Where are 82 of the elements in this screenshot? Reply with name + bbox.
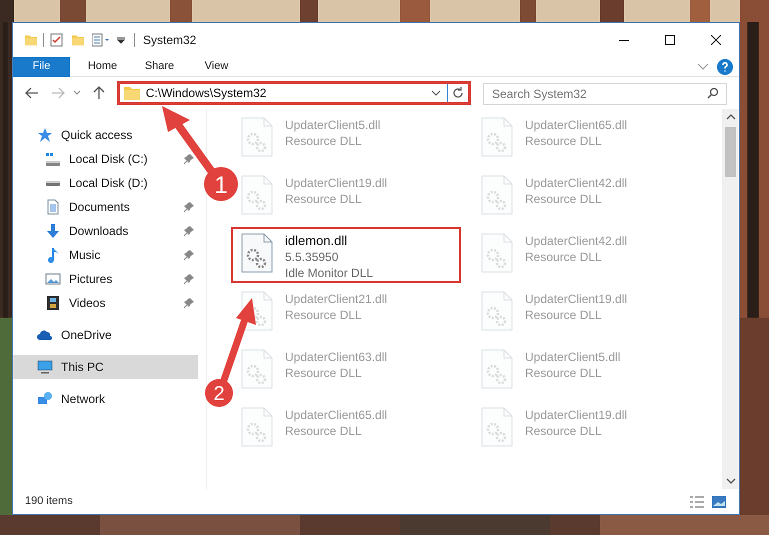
dll-file-icon [481,291,513,331]
folder-icon [25,33,37,47]
file-name: UpdaterClient19.dll [285,175,388,191]
drive-icon [46,180,60,186]
sidebar-item[interactable]: OneDrive [13,323,198,347]
properties-icon[interactable] [50,33,64,47]
ribbon-tab[interactable]: Share [131,56,188,76]
dll-file-icon [481,175,513,215]
file-name: UpdaterClient5.dll [525,349,620,365]
file-name: idlemon.dll [285,233,348,249]
file-description: Idle Monitor DLL [285,265,374,281]
file-description: Resource DLL [525,191,603,207]
file-description: Resource DLL [525,365,603,381]
file-description: Resource DLL [285,365,363,381]
file-name: UpdaterClient65.dll [285,407,388,423]
window-title: System32 [143,32,196,49]
ribbon-tab[interactable]: View [188,56,245,76]
file-name: UpdaterClient63.dll [285,349,388,365]
file-description: Resource DLL [285,423,363,439]
computer-icon [37,359,53,375]
scrollbar[interactable] [722,109,739,489]
file-name: UpdaterClient21.dll [285,291,388,307]
ribbon-tab[interactable]: Home [74,56,131,76]
address-bar[interactable]: C:\Windows\System32 [116,81,471,105]
sidebar-item[interactable]: Pictures [13,267,198,291]
film-icon [45,295,61,311]
document-icon [45,199,61,215]
view-icon[interactable] [92,33,112,47]
file-description: Resource DLL [525,133,603,149]
file-name: UpdaterClient19.dll [525,407,628,423]
file-name: UpdaterClient42.dll [525,233,628,249]
file-description: Resource DLL [525,307,603,323]
file-name: UpdaterClient5.dll [285,117,380,133]
sidebar-item[interactable]: This PC [13,355,198,379]
dll-file-icon [481,349,513,389]
chevron-down-icon[interactable] [72,90,81,96]
dll-file-icon [241,117,273,157]
picture-icon [45,271,61,287]
file-name: UpdaterClient19.dll [525,291,628,307]
chevron-down-icon[interactable] [430,90,441,96]
scrollbar-thumb[interactable] [725,127,736,177]
dll-file-icon [241,233,273,273]
dll-file-icon [481,407,513,447]
sidebar-item[interactable]: Downloads [13,219,198,243]
file-name: UpdaterClient42.dll [525,175,628,191]
file-tab[interactable]: File [13,56,70,76]
back-icon[interactable] [25,87,39,99]
dll-file-icon [241,407,273,447]
dll-file-icon [481,233,513,273]
sidebar-item[interactable]: Music [13,243,198,267]
drive-icon [46,152,60,166]
sidebar-item[interactable]: Videos [13,291,198,315]
folder-icon [124,86,140,100]
item-count: 190 items [25,494,73,510]
scroll-up-icon[interactable] [726,113,736,121]
refresh-icon[interactable] [452,87,464,99]
file-version: 5.5.35950 [285,249,340,265]
file-description: Resource DLL [285,133,363,149]
sidebar-item[interactable]: Network [13,387,198,411]
dll-file-icon [241,349,273,389]
file-description: Resource DLL [525,423,603,439]
file-description: Resource DLL [285,307,363,323]
up-icon[interactable] [92,86,105,100]
large-icons-view-icon[interactable] [711,494,727,508]
file-name: UpdaterClient65.dll [525,117,628,133]
dll-file-icon [481,117,513,157]
file-description: Resource DLL [525,249,603,265]
details-view-icon[interactable] [689,494,705,508]
file-item[interactable]: idlemon.dll 5.5.35950 Idle Monitor DLL [233,229,459,281]
close-icon [711,35,721,45]
dll-file-icon [241,175,273,215]
search-icon [707,87,719,99]
download-icon [45,223,61,239]
network-icon [37,391,53,407]
help-icon[interactable] [717,58,733,74]
new-folder-icon [72,33,84,47]
file-description: Resource DLL [285,191,363,207]
search-field[interactable]: Search System32 [483,83,727,105]
scroll-down-icon[interactable] [726,477,736,485]
maximize-icon [665,35,675,45]
address-path: C:\Windows\System32 [146,85,268,102]
star-icon [37,127,53,143]
